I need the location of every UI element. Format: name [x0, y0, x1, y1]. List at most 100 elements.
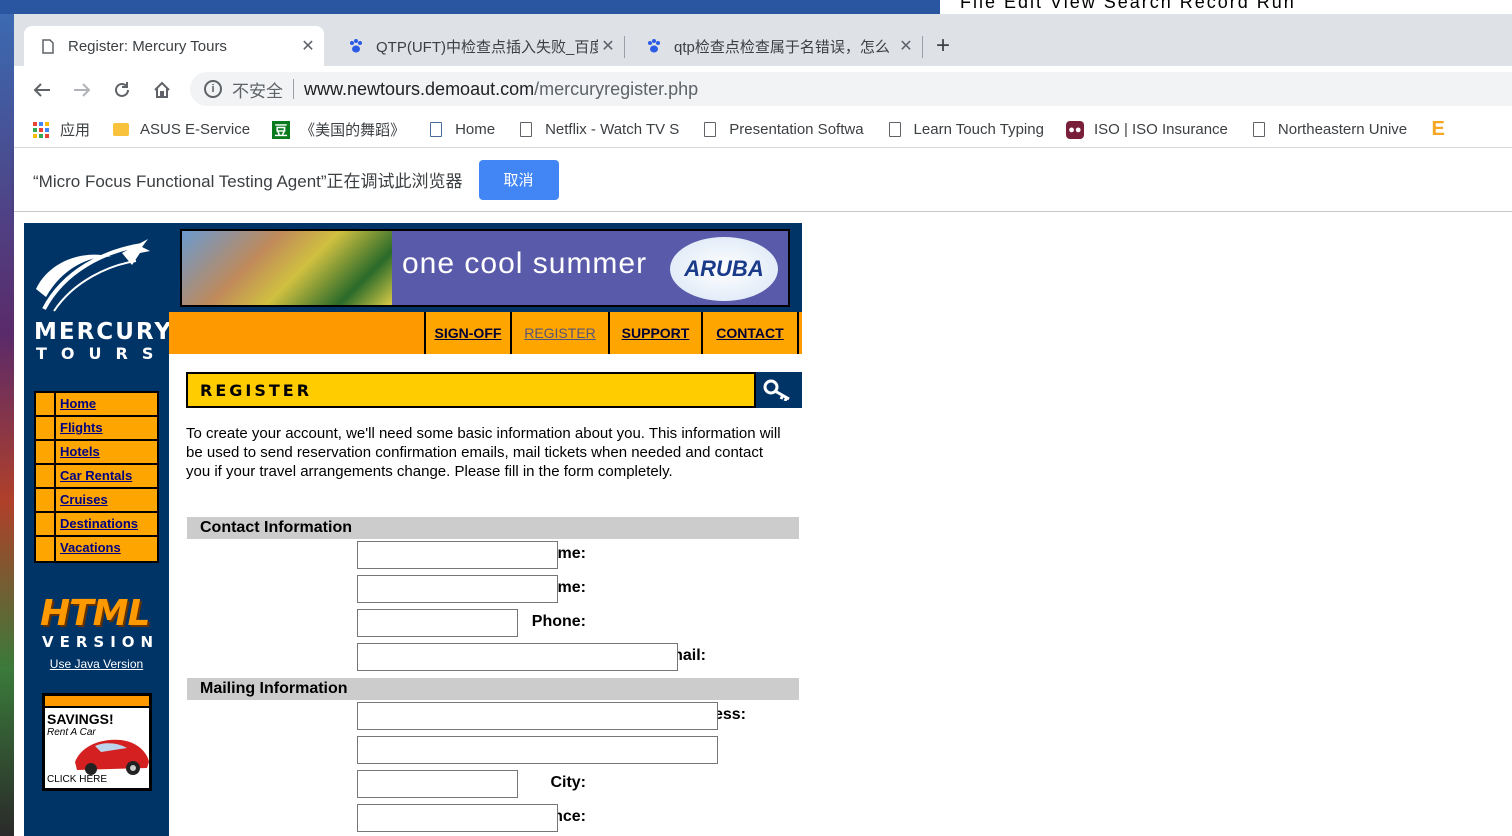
desktop-top-strip: [0, 0, 940, 14]
bookmark-home[interactable]: Home: [427, 121, 495, 139]
bookmark-label: ASUS E-Service: [140, 121, 251, 138]
bookmark-asus[interactable]: ASUS E-Service: [112, 121, 250, 139]
nav-bullet: [36, 513, 56, 535]
register-heading: REGISTER: [186, 372, 756, 408]
close-icon[interactable]: ✕: [298, 36, 318, 56]
bookmark-label: Northeastern Unive: [1277, 121, 1408, 138]
ad-title: SAVINGS!: [47, 711, 114, 727]
bookmark-iso[interactable]: ●● ISO | ISO Insurance: [1065, 120, 1228, 139]
top-nav-contact[interactable]: CONTACT: [703, 312, 797, 354]
email-input[interactable]: [357, 643, 678, 671]
side-nav-vacations[interactable]: Vacations: [36, 537, 157, 561]
aruba-banner[interactable]: one cool summer ARUBA: [169, 223, 802, 312]
back-button[interactable]: [28, 76, 56, 104]
close-icon[interactable]: ✕: [598, 36, 618, 56]
key-icon: [760, 376, 796, 404]
side-nav-flights[interactable]: Flights: [36, 417, 157, 441]
nav-bullet: [36, 441, 56, 463]
address-line1-input[interactable]: [357, 702, 718, 730]
phone-input[interactable]: [357, 609, 518, 637]
url-path: /mercuryregister.php: [534, 78, 699, 99]
bookmark-apps[interactable]: 应用: [32, 119, 90, 140]
top-nav-support[interactable]: SUPPORT: [610, 312, 701, 354]
bookmark-northeastern[interactable]: Northeastern Unive: [1250, 121, 1407, 139]
banner-photo: [182, 231, 392, 305]
e-logo-icon: E: [1431, 118, 1445, 140]
bookmark-netflix[interactable]: Netflix - Watch TV S: [517, 121, 679, 139]
register-heading-bar: REGISTER: [186, 372, 802, 408]
side-nav-link[interactable]: Cruises: [56, 489, 157, 511]
aruba-logo: ARUBA: [670, 237, 778, 301]
side-nav-link[interactable]: Vacations: [56, 537, 157, 561]
tab-qtp-baidu-1[interactable]: QTP(UFT)中检查点插入失败_百度 ✕: [332, 26, 624, 66]
address-line2-input[interactable]: [357, 736, 718, 764]
tab-separator: [624, 36, 625, 58]
first-name-input[interactable]: [357, 541, 558, 569]
page-title: REGISTER: [200, 380, 313, 400]
cancel-button[interactable]: 取消: [478, 159, 559, 200]
nav-bullet: [36, 417, 56, 439]
html-version-subtitle: VERSION: [42, 633, 160, 651]
background-window-menu-text: File Edit View Search Record Run: [960, 0, 1296, 12]
page-viewport: MERCURY TOURS Home Flights Hotels Car Re…: [14, 212, 1512, 836]
debugging-infobar: “Micro Focus Functional Testing Agent”正在…: [14, 148, 1512, 212]
side-nav-cruises[interactable]: Cruises: [36, 489, 157, 513]
side-nav-destinations[interactable]: Destinations: [36, 513, 157, 537]
bookmark-label: ISO | ISO Insurance: [1093, 121, 1228, 138]
bookmark-e[interactable]: E: [1429, 118, 1457, 140]
bookmark-douban[interactable]: 豆 《美国的舞蹈》: [272, 119, 405, 140]
last-name-input[interactable]: [357, 575, 558, 603]
html-version-badge: HTML VERSION: [40, 593, 155, 653]
logo-text-mercury: MERCURY: [34, 319, 173, 345]
side-nav-car-rentals[interactable]: Car Rentals: [36, 465, 157, 489]
close-icon[interactable]: ✕: [896, 36, 916, 56]
arrow-left-icon: [33, 83, 50, 97]
side-nav-home[interactable]: Home: [36, 393, 157, 417]
reload-button[interactable]: [108, 76, 136, 104]
tab-bar: Register: Mercury Tours ✕ QTP(UFT)中检查点插入…: [14, 14, 1512, 66]
background-window-menubar: File Edit View Search Record Run: [940, 0, 1512, 14]
iso-icon: ●●: [1065, 120, 1084, 139]
page-icon: [701, 121, 719, 139]
state-province-input[interactable]: [357, 804, 558, 832]
contact-information-header: Contact Information: [187, 517, 799, 539]
bookmark-typing[interactable]: Learn Touch Typing: [886, 121, 1044, 139]
document-icon: [427, 121, 445, 139]
side-nav-link[interactable]: Car Rentals: [56, 465, 157, 487]
city-input[interactable]: [357, 770, 518, 798]
bookmark-label: 应用: [60, 122, 91, 139]
side-navigation: Home Flights Hotels Car Rentals Cruises …: [34, 391, 159, 563]
side-nav-link[interactable]: Flights: [56, 417, 157, 439]
tab-qtp-baidu-2[interactable]: qtp检查点检查属于名错误，怎么 ✕: [630, 26, 922, 66]
url-host: www.newtours.demoaut.com: [304, 78, 535, 99]
bookmark-label: 《美国的舞蹈》: [300, 122, 406, 139]
home-button[interactable]: [148, 76, 176, 104]
tab-register[interactable]: Register: Mercury Tours ✕: [24, 26, 324, 66]
state-province-row: State/Province:: [186, 804, 586, 834]
address-bar[interactable]: i 不安全 www.newtours.demoaut.com/mercuryre…: [190, 72, 1512, 106]
bookmarks-bar: 应用 ASUS E-Service 豆 《美国的舞蹈》 Home Netflix…: [14, 112, 1512, 148]
reload-icon: [115, 82, 129, 97]
savings-rent-a-car-ad[interactable]: SAVINGS! Rent A Car CLICK HERE: [42, 693, 152, 791]
logo-text-tours: TOURS: [36, 344, 168, 363]
side-nav-link[interactable]: Hotels: [56, 441, 157, 463]
side-nav-link[interactable]: Home: [56, 393, 157, 415]
address-row: Address:: [186, 702, 746, 732]
new-tab-button[interactable]: +: [936, 32, 950, 60]
use-java-version-link[interactable]: Use Java Version: [24, 657, 169, 671]
tab-title: Register: Mercury Tours: [68, 37, 227, 55]
nav-bullet: [36, 393, 56, 415]
side-nav-link[interactable]: Destinations: [56, 513, 157, 535]
red-car-icon: [75, 739, 149, 775]
top-nav-register[interactable]: REGISTER: [512, 312, 608, 354]
first-name-row: First Name:: [186, 541, 586, 571]
forward-button[interactable]: [68, 76, 96, 104]
top-nav-sign-off[interactable]: SIGN-OFF: [426, 312, 510, 354]
mercury-tours-logo[interactable]: MERCURY TOURS: [24, 231, 171, 363]
desktop-icons-strip: [0, 0, 14, 836]
info-icon[interactable]: i: [204, 80, 222, 98]
bookmark-presentation[interactable]: Presentation Softwa: [701, 121, 864, 139]
side-nav-hotels[interactable]: Hotels: [36, 441, 157, 465]
plane-logo-icon: [36, 239, 150, 312]
html-version-title: HTML: [40, 593, 150, 634]
